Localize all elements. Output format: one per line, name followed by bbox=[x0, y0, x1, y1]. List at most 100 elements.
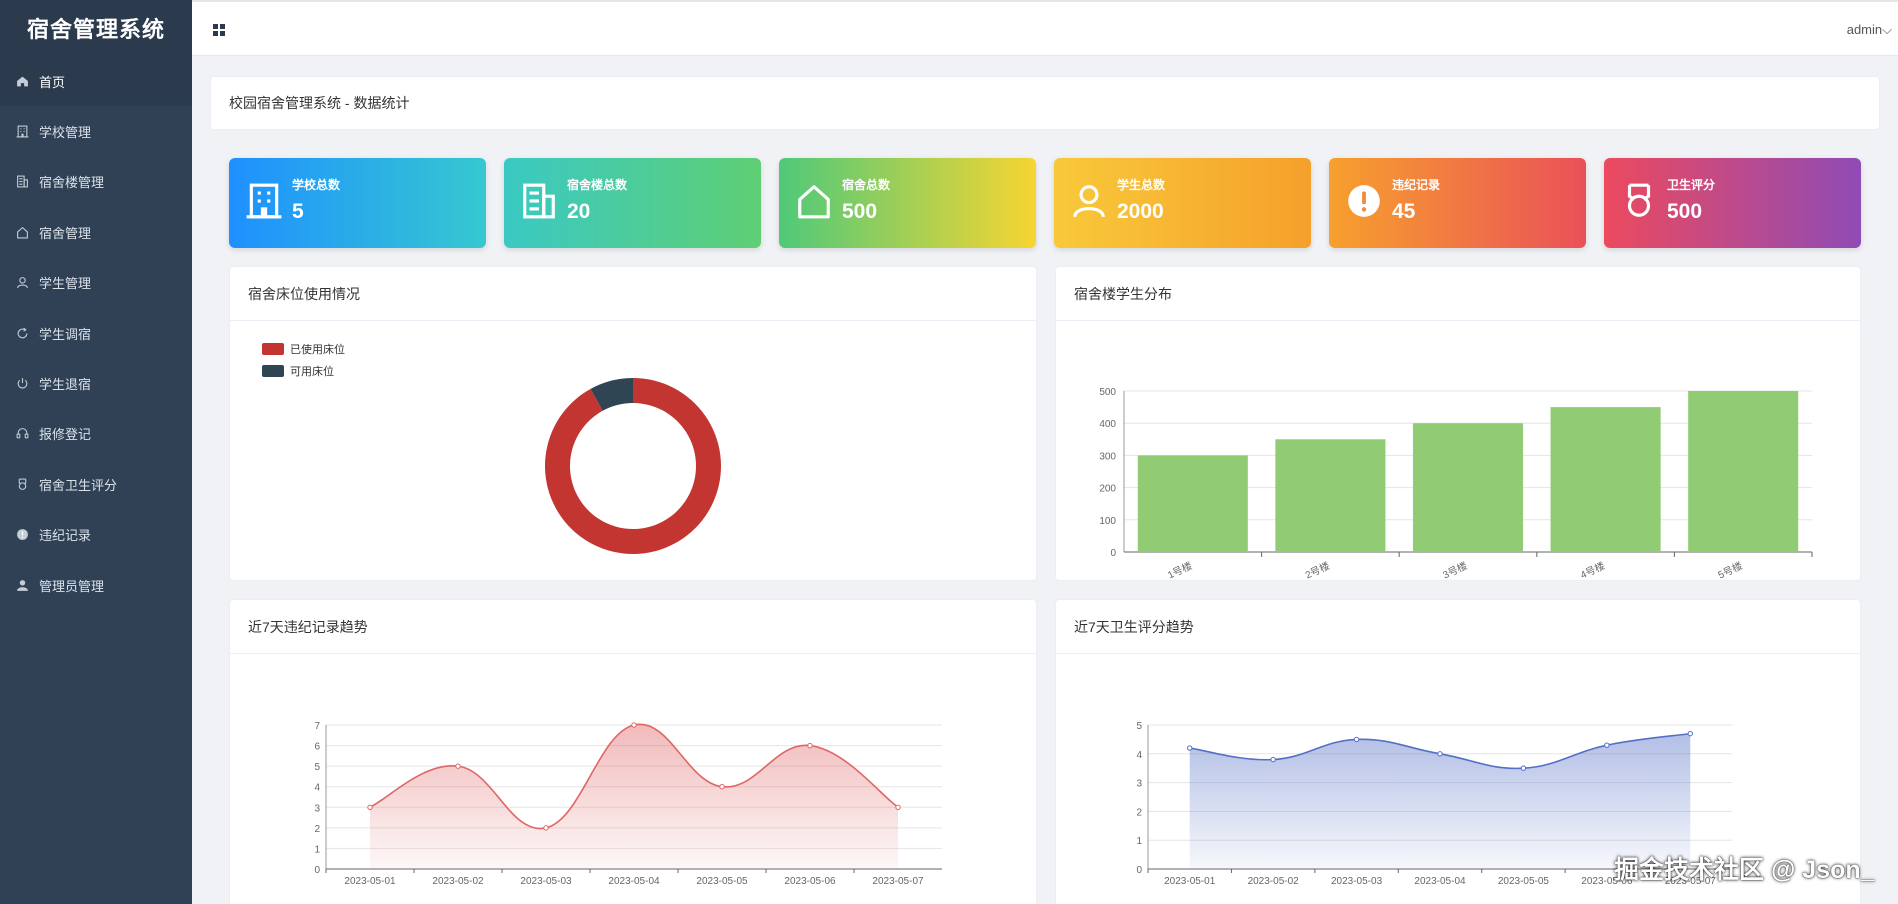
x-tick-label: 2023-05-02 bbox=[432, 876, 484, 887]
x-tick-label: 2023-05-05 bbox=[696, 876, 748, 887]
y-tick-label: 100 bbox=[1099, 516, 1116, 527]
panel-title: 宿舍楼学生分布 bbox=[1056, 267, 1860, 321]
y-tick-label: 7 bbox=[314, 721, 320, 732]
y-tick-label: 300 bbox=[1099, 451, 1116, 462]
sidebar-item[interactable]: 宿舍楼管理 bbox=[0, 157, 192, 207]
stat-value: 20 bbox=[567, 200, 591, 223]
house-icon bbox=[795, 182, 833, 220]
admin-user-icon bbox=[16, 579, 29, 592]
y-tick-label: 3 bbox=[314, 803, 320, 814]
sidebar-item[interactable]: 违纪记录 bbox=[0, 510, 192, 560]
bar bbox=[1412, 423, 1524, 552]
data-point bbox=[807, 742, 813, 749]
violations-panel: 近7天违纪记录趋势 0 1 2 3 4 5 6 7 2023-05-01 2023-05-02 20… bbox=[229, 599, 1037, 904]
sidebar-item-label: 宿舍楼管理 bbox=[39, 175, 105, 191]
x-tick-label: 1号楼 bbox=[1165, 559, 1194, 580]
sidebar-item[interactable]: 管理员管理 bbox=[0, 560, 192, 610]
stat-label: 卫生评分 bbox=[1667, 178, 1716, 192]
data-point bbox=[367, 804, 373, 810]
y-tick-label: 2 bbox=[314, 824, 320, 835]
home-icon bbox=[16, 75, 29, 88]
stat-card[interactable]: 宿舍楼总数 20 bbox=[504, 158, 761, 248]
sidebar-item-label: 学校管理 bbox=[39, 125, 92, 141]
y-tick-label: 3 bbox=[1136, 779, 1142, 790]
sidebar-item[interactable]: 学校管理 bbox=[0, 106, 192, 156]
y-tick-label: 5 bbox=[1136, 721, 1142, 732]
x-tick-label: 2号楼 bbox=[1303, 559, 1332, 580]
data-point bbox=[1437, 751, 1443, 757]
legend-label: 已使用床位 bbox=[290, 342, 345, 356]
sidebar-item[interactable]: 报修登记 bbox=[0, 409, 192, 459]
y-tick-label: 0 bbox=[314, 865, 320, 876]
y-tick-label: 1 bbox=[1136, 836, 1142, 847]
sidebar-item-label: 报修登记 bbox=[39, 427, 92, 443]
building-icon bbox=[245, 182, 283, 220]
office-building-icon bbox=[16, 175, 29, 188]
x-tick-label: 2023-05-04 bbox=[1414, 876, 1466, 887]
x-tick-label: 2023-05-05 bbox=[1498, 876, 1550, 887]
stat-value: 500 bbox=[1667, 200, 1703, 223]
data-point bbox=[1270, 756, 1276, 763]
warning-icon bbox=[1345, 182, 1383, 220]
data-point bbox=[455, 763, 461, 769]
sidebar-item-label: 宿舍管理 bbox=[39, 225, 92, 241]
violations-line-chart: 0 1 2 3 4 5 6 7 2023-05-01 2023-05-02 2023-05-03 20… bbox=[314, 721, 942, 887]
x-tick-label: 4号楼 bbox=[1578, 559, 1607, 580]
data-point bbox=[543, 825, 549, 831]
power-icon bbox=[16, 377, 29, 390]
sidebar-item[interactable]: 宿舍卫生评分 bbox=[0, 459, 192, 509]
y-tick-label: 1 bbox=[314, 844, 320, 855]
sidebar-item[interactable]: 学生调宿 bbox=[0, 308, 192, 358]
stat-card[interactable]: 学校总数 5 bbox=[229, 158, 486, 248]
sidebar-item[interactable]: 学生管理 bbox=[0, 258, 192, 308]
stat-card[interactable]: 学生总数 2000 bbox=[1054, 158, 1311, 248]
stat-card[interactable]: 违纪记录 45 bbox=[1329, 158, 1586, 248]
user-icon bbox=[1070, 182, 1108, 220]
stat-label: 宿舍总数 bbox=[842, 178, 891, 192]
stat-card[interactable]: 卫生评分 500 bbox=[1604, 158, 1861, 248]
y-tick-label: 200 bbox=[1099, 484, 1116, 495]
x-tick-label: 2023-05-07 bbox=[872, 876, 924, 887]
bar bbox=[1137, 455, 1248, 552]
buildings-bar-chart: 0 100 200 300 400 500 1号楼 2号楼 3号楼 4号楼 5号楼 bbox=[1099, 387, 1813, 580]
x-tick-label: 2023-05-06 bbox=[784, 876, 836, 887]
data-point bbox=[1520, 765, 1527, 771]
data-point bbox=[895, 804, 901, 810]
legend-swatch bbox=[262, 343, 284, 355]
user-icon bbox=[16, 276, 29, 289]
grid-menu-icon[interactable] bbox=[212, 23, 226, 37]
beds-chart: 已使用床位 可用床位 bbox=[230, 321, 1036, 580]
legend-swatch bbox=[262, 365, 284, 377]
beds-panel: 宿舍床位使用情况 已使用床位 可用床位 bbox=[229, 266, 1037, 581]
x-tick-label: 2023-05-02 bbox=[1248, 876, 1300, 887]
stat-label: 学校总数 bbox=[292, 178, 341, 192]
x-tick-label: 2023-05-01 bbox=[344, 876, 396, 887]
medal-icon bbox=[1620, 182, 1658, 220]
sidebar-item-label: 学生退宿 bbox=[39, 377, 92, 393]
x-tick-label: 3号楼 bbox=[1441, 559, 1470, 580]
stat-value: 45 bbox=[1392, 200, 1416, 223]
sidebar-item[interactable]: 学生退宿 bbox=[0, 358, 192, 408]
stat-card[interactable]: 宿舍总数 500 bbox=[779, 158, 1036, 248]
buildings-chart: 0 100 200 300 400 500 1号楼 2号楼 3号楼 4号楼 5号楼 bbox=[1056, 321, 1860, 580]
warning-icon bbox=[16, 528, 29, 541]
building-icon bbox=[16, 125, 29, 138]
y-tick-label: 0 bbox=[1136, 865, 1142, 876]
panel-title: 近7天卫生评分趋势 bbox=[1056, 600, 1860, 654]
stat-label: 学生总数 bbox=[1117, 178, 1166, 192]
x-tick-label: 2023-05-01 bbox=[1164, 876, 1216, 887]
y-tick-label: 4 bbox=[314, 783, 320, 794]
topbar: admin⌵ bbox=[192, 0, 1898, 56]
bar bbox=[1275, 439, 1386, 552]
sidebar-item-label: 首页 bbox=[39, 74, 66, 90]
refresh-icon bbox=[16, 327, 29, 340]
bar bbox=[1550, 407, 1661, 552]
y-tick-label: 2 bbox=[1136, 807, 1142, 818]
sidebar-item[interactable]: 宿舍管理 bbox=[0, 207, 192, 257]
medal-icon bbox=[16, 478, 29, 491]
sidebar-item-label: 学生调宿 bbox=[39, 326, 92, 342]
sidebar-item[interactable]: 首页 bbox=[0, 56, 192, 107]
user-menu[interactable]: admin⌵ bbox=[1847, 22, 1892, 38]
app-title: 宿舍管理系统 bbox=[0, 0, 192, 56]
stat-value: 500 bbox=[842, 200, 878, 223]
